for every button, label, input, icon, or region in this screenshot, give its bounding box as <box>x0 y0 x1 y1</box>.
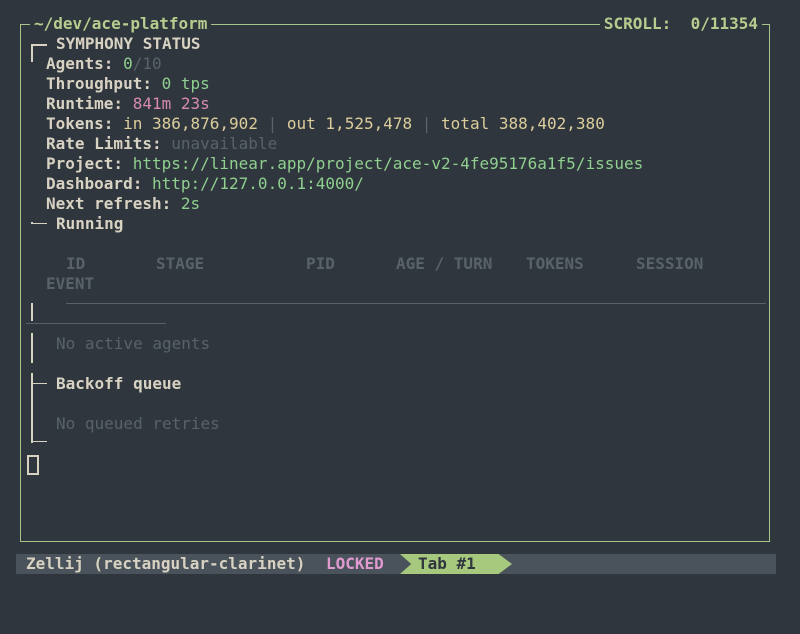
status-title: SYMPHONY STATUS <box>56 34 201 53</box>
agents-value: 0 <box>123 54 133 73</box>
backoff-title: Backoff queue <box>56 374 182 393</box>
tokens-separator: | <box>267 114 278 133</box>
refresh-line: Next refresh: 2s <box>46 194 200 214</box>
tokens-line: Tokens: in 386,876,902 | out 1,525,478 |… <box>46 114 605 134</box>
table-header-session: SESSION <box>636 254 704 273</box>
running-frame-left-lower <box>31 333 33 363</box>
locked-badge: LOCKED <box>326 554 384 573</box>
backoff-frame-top <box>31 383 47 384</box>
dashboard-link[interactable]: http://127.0.0.1:4000/ <box>152 174 364 193</box>
project-label: Project: <box>46 154 124 173</box>
table-divider <box>66 303 766 304</box>
table-header-pid: PID <box>306 254 335 273</box>
tokens-out-label: out <box>286 114 316 133</box>
tokens-in-label: in <box>123 114 143 133</box>
terminal-cursor <box>27 455 39 475</box>
zellij-status-bar: Zellij (rectangular-clarinet) LOCKED Tab… <box>16 554 776 574</box>
running-divider <box>26 323 166 324</box>
session-name: Zellij (rectangular-clarinet) <box>26 554 306 573</box>
table-header-stage: STAGE <box>156 254 205 273</box>
table-header-event: EVENT <box>46 274 95 293</box>
rate-limits-line: Rate Limits: unavailable <box>46 134 277 154</box>
scroll-value: 0/11354 <box>690 14 758 33</box>
table-header-tokens: TOKENS <box>526 254 584 273</box>
project-link[interactable]: https://linear.app/project/ace-v2-4fe951… <box>133 154 644 173</box>
status-frame-top <box>31 44 47 46</box>
project-line: Project: https://linear.app/project/ace-… <box>46 154 643 174</box>
tokens-in-value: 386,876,902 <box>151 114 258 133</box>
tab-1[interactable]: Tab #1 <box>400 554 512 574</box>
status-frame-left <box>31 44 33 62</box>
runtime-label: Runtime: <box>46 94 124 113</box>
rate-limits-value: unavailable <box>171 134 278 153</box>
dashboard-label: Dashboard: <box>46 174 143 193</box>
refresh-label: Next refresh: <box>46 194 172 213</box>
runtime-value: 841m 23s <box>132 94 210 113</box>
running-frame-top <box>31 223 47 224</box>
tokens-total-label: total <box>441 114 490 133</box>
table-header-age-turn: AGE / TURN <box>396 254 493 273</box>
running-frame-left-upper <box>31 303 33 321</box>
tokens-label: Tokens: <box>46 114 114 133</box>
rate-limits-label: Rate Limits: <box>46 134 162 153</box>
agents-line: Agents: 0/10 <box>46 54 162 74</box>
refresh-value: 2s <box>180 194 201 213</box>
backoff-empty-message: No queued retries <box>56 414 220 433</box>
throughput-value: 0 tps <box>161 74 210 93</box>
scroll-label: SCROLL: <box>603 14 672 33</box>
tokens-separator: | <box>421 114 432 133</box>
running-title: Running <box>56 214 124 233</box>
tokens-total-value: 388,402,380 <box>498 114 605 133</box>
running-empty-message: No active agents <box>56 334 211 353</box>
runtime-line: Runtime: 841m 23s <box>46 94 210 114</box>
terminal-path: ~/dev/ace-platform <box>30 14 212 34</box>
tab-label: Tab #1 <box>418 554 476 573</box>
table-header-id: ID <box>66 254 86 273</box>
dashboard-line: Dashboard: http://127.0.0.1:4000/ <box>46 174 364 194</box>
agents-label: Agents: <box>46 54 114 73</box>
scroll-indicator: SCROLL: 0/11354 <box>599 14 762 34</box>
tokens-out-value: 1,525,478 <box>325 114 413 133</box>
throughput-line: Throughput: 0 tps <box>46 74 210 94</box>
throughput-label: Throughput: <box>46 74 152 93</box>
agents-total: /10 <box>132 54 162 73</box>
backoff-frame-bottom <box>31 441 47 442</box>
